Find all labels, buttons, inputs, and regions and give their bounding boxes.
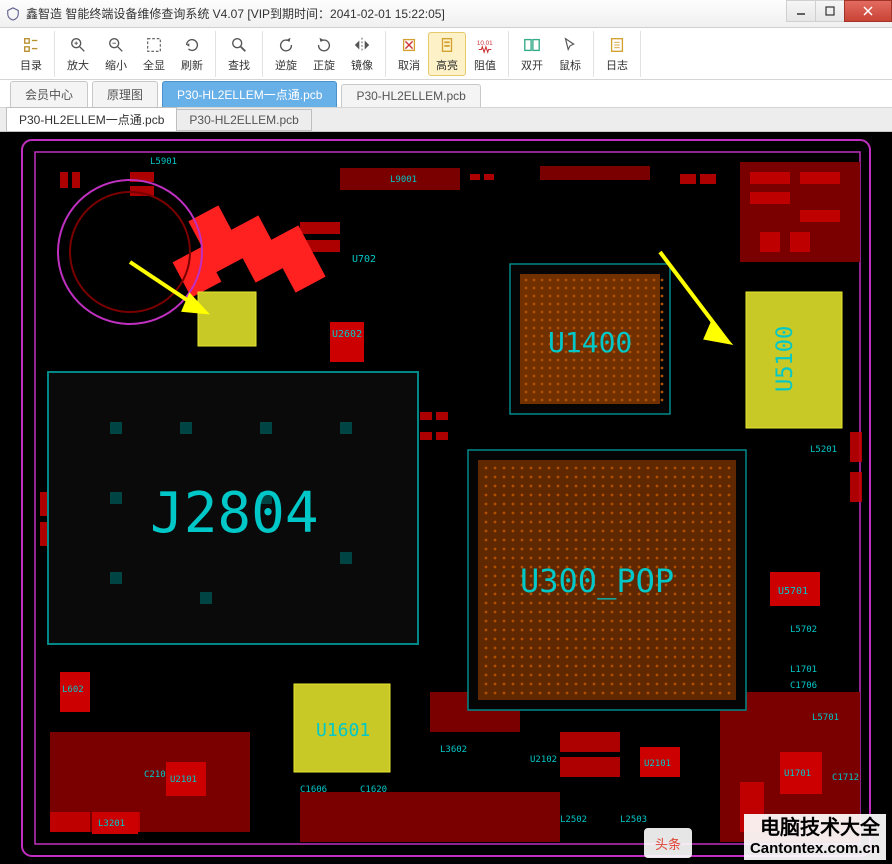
tool-resistance[interactable]: 10.01 阻值 xyxy=(466,32,504,76)
pcb-canvas[interactable]: J2804 U1400 U300_POP U5100 U1601 U2602 U… xyxy=(0,132,892,864)
tool-rotate-cw[interactable]: 正旋 xyxy=(305,32,343,76)
tool-label: 逆旋 xyxy=(275,57,297,73)
component-u1400: U1400 xyxy=(548,326,632,359)
tool-label: 全显 xyxy=(143,57,165,73)
tool-label: 放大 xyxy=(67,57,89,73)
tool-label: 镜像 xyxy=(351,57,373,73)
component-l2503: L2503 xyxy=(620,815,647,825)
tool-label: 正旋 xyxy=(313,57,335,73)
component-u5701: U5701 xyxy=(778,586,808,597)
component-u300-pop: U300_POP xyxy=(520,562,674,600)
tool-label: 刷新 xyxy=(181,57,203,73)
tool-cursor[interactable]: 鼠标 xyxy=(551,32,589,76)
tool-fit[interactable]: 全显 xyxy=(135,32,173,76)
tool-catalog[interactable]: 目录 xyxy=(12,32,50,76)
component-l3602: L3602 xyxy=(440,745,467,755)
component-l602: L602 xyxy=(62,685,84,695)
component-u2101b: U2101 xyxy=(644,759,671,769)
refresh-icon xyxy=(182,35,202,55)
tool-label: 取消 xyxy=(398,57,420,73)
document-tabs: 会员中心原理图P30-HL2ELLEM一点通.pcbP30-HL2ELLEM.p… xyxy=(0,80,892,108)
tool-label: 查找 xyxy=(228,57,250,73)
sub-tabs: P30-HL2ELLEM一点通.pcbP30-HL2ELLEM.pcb xyxy=(0,108,892,132)
doc-tab-3[interactable]: P30-HL2ELLEM.pcb xyxy=(341,84,480,107)
component-u2101: U2101 xyxy=(170,775,197,785)
window-title: 鑫智造 智能终端设备维修查询系统 V4.07 [VIP到期时间：2041-02-… xyxy=(26,5,787,22)
zoom-in-icon xyxy=(68,35,88,55)
log-icon xyxy=(607,35,627,55)
component-l1701: L1701 xyxy=(790,665,817,675)
component-j2804: J2804 xyxy=(150,481,319,546)
tool-label: 鼠标 xyxy=(559,57,581,73)
dual-icon xyxy=(522,35,542,55)
component-u2102: U2102 xyxy=(530,755,557,765)
watermark: 电脑技术大全 Cantontex.com.cn xyxy=(744,814,886,860)
app-icon xyxy=(6,7,20,21)
catalog-icon xyxy=(21,35,41,55)
tool-label: 双开 xyxy=(521,57,543,73)
toutiao-badge: 头条 xyxy=(644,828,692,858)
component-u1601: U1601 xyxy=(316,720,370,741)
search-icon xyxy=(229,35,249,55)
mirror-icon xyxy=(352,35,372,55)
titlebar: 鑫智造 智能终端设备维修查询系统 V4.07 [VIP到期时间：2041-02-… xyxy=(0,0,892,28)
tool-label: 缩小 xyxy=(105,57,127,73)
doc-tab-0[interactable]: 会员中心 xyxy=(10,81,88,107)
rotate-ccw-icon xyxy=(276,35,296,55)
component-c1706: C1706 xyxy=(790,681,817,691)
cancel-icon xyxy=(399,35,419,55)
tool-mirror[interactable]: 镜像 xyxy=(343,32,381,76)
component-u2602: U2602 xyxy=(332,329,362,340)
component-l5901: L5901 xyxy=(150,157,177,167)
tool-highlight[interactable]: 高亮 xyxy=(428,32,466,76)
component-l9001: L9001 xyxy=(390,175,417,185)
tool-label: 目录 xyxy=(20,57,42,73)
fit-icon xyxy=(144,35,164,55)
doc-tab-1[interactable]: 原理图 xyxy=(92,81,158,107)
svg-text:10.01: 10.01 xyxy=(477,40,493,47)
tool-rotate-ccw[interactable]: 逆旋 xyxy=(267,32,305,76)
component-l5702: L5702 xyxy=(790,625,817,635)
component-l3201: L3201 xyxy=(98,819,125,829)
component-l5201: L5201 xyxy=(810,445,837,455)
sub-tab-0[interactable]: P30-HL2ELLEM一点通.pcb xyxy=(6,107,177,132)
highlight-icon xyxy=(437,35,457,55)
tool-search[interactable]: 查找 xyxy=(220,32,258,76)
close-button[interactable] xyxy=(844,0,892,22)
maximize-button[interactable] xyxy=(815,0,845,22)
component-l2502: L2502 xyxy=(560,815,587,825)
tool-label: 日志 xyxy=(606,57,628,73)
cursor-icon xyxy=(560,35,580,55)
component-l5701: L5701 xyxy=(812,713,839,723)
component-u1701: U1701 xyxy=(784,769,811,779)
zoom-out-icon xyxy=(106,35,126,55)
minimize-button[interactable] xyxy=(786,0,816,22)
sub-tab-1[interactable]: P30-HL2ELLEM.pcb xyxy=(176,109,311,131)
component-c1606: C1606 xyxy=(300,785,327,795)
doc-tab-2[interactable]: P30-HL2ELLEM一点通.pcb xyxy=(162,81,337,107)
window-controls xyxy=(787,0,892,27)
tool-label: 阻值 xyxy=(474,57,496,73)
rotate-cw-icon xyxy=(314,35,334,55)
tool-dual[interactable]: 双开 xyxy=(513,32,551,76)
tool-cancel[interactable]: 取消 xyxy=(390,32,428,76)
toolbar: 目录 放大缩小全显刷新 查找 逆旋正旋镜像 取消高亮 10.01 阻值 双开鼠标 日志 xyxy=(0,28,892,80)
resistance-icon: 10.01 xyxy=(475,35,495,55)
component-u702: U702 xyxy=(352,254,376,265)
component-u5100: U5100 xyxy=(773,326,798,392)
component-c1712: C1712 xyxy=(832,773,859,783)
component-c1620: C1620 xyxy=(360,785,387,795)
tool-refresh[interactable]: 刷新 xyxy=(173,32,211,76)
tool-zoom-in[interactable]: 放大 xyxy=(59,32,97,76)
tool-log[interactable]: 日志 xyxy=(598,32,636,76)
tool-label: 高亮 xyxy=(436,57,458,73)
tool-zoom-out[interactable]: 缩小 xyxy=(97,32,135,76)
